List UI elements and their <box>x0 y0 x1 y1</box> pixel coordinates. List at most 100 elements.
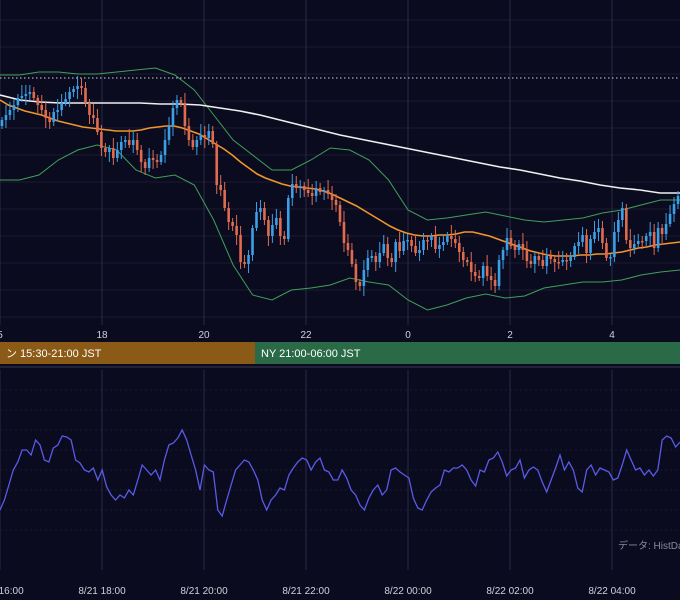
candle <box>24 94 28 96</box>
time-tick-label: 20 <box>198 330 210 341</box>
candle <box>310 193 314 196</box>
candle <box>461 252 465 260</box>
time-tick-label: 22 <box>300 330 312 341</box>
candle <box>477 276 481 278</box>
candle <box>139 150 143 162</box>
candle <box>418 250 421 253</box>
candle <box>279 218 282 236</box>
candle <box>64 99 67 103</box>
candle <box>505 238 509 250</box>
candle <box>549 256 553 259</box>
candle <box>573 246 576 257</box>
data-source-label: データ: HistDa <box>618 539 680 552</box>
candle <box>378 253 382 262</box>
candle <box>338 205 342 222</box>
bottom-time-tick-label: 8/21 20:00 <box>180 586 228 597</box>
candle <box>56 110 59 112</box>
candle <box>589 239 592 253</box>
candle <box>617 220 620 232</box>
candle <box>410 240 413 246</box>
candle <box>52 112 55 122</box>
candle <box>199 135 203 140</box>
candle <box>32 92 36 98</box>
candle <box>493 280 497 286</box>
candle <box>501 250 505 260</box>
candle <box>171 108 175 126</box>
candle <box>390 258 393 262</box>
candle <box>267 220 270 236</box>
bottom-time-tick-label: 8/21 18:00 <box>78 586 126 597</box>
candle <box>271 225 274 236</box>
candle <box>648 232 652 236</box>
candle <box>76 86 79 89</box>
candle <box>569 257 572 261</box>
candle <box>207 131 211 138</box>
candle <box>211 131 215 144</box>
candle <box>485 266 489 276</box>
candle <box>394 242 397 262</box>
time-tick-label: 18 <box>96 330 108 341</box>
candle <box>143 162 147 168</box>
candle <box>414 246 417 253</box>
candle <box>100 132 103 148</box>
candle <box>426 240 429 242</box>
candle <box>151 158 155 160</box>
candle <box>525 250 529 261</box>
candle <box>632 244 636 248</box>
candle <box>195 140 199 147</box>
candle <box>326 190 330 194</box>
candle <box>346 243 350 250</box>
session-label: ン 15:30-21:00 JST <box>6 348 102 360</box>
candle <box>660 228 664 234</box>
candle <box>640 241 644 243</box>
candle <box>489 276 493 280</box>
candle <box>0 120 4 126</box>
candle <box>135 140 139 150</box>
candle <box>672 204 676 214</box>
grid <box>0 0 680 570</box>
candle <box>334 200 338 205</box>
candle <box>96 118 99 132</box>
candle <box>446 236 449 242</box>
candle <box>48 118 52 122</box>
bottom-time-tick-label: 8/21 22:00 <box>282 586 330 597</box>
candle <box>509 238 513 246</box>
candle <box>16 98 20 105</box>
candle <box>457 243 461 252</box>
candle <box>430 236 433 240</box>
candle <box>167 126 171 140</box>
candle <box>318 188 322 192</box>
time-axis: 5 18 20 22 0 2 4 <box>0 325 680 343</box>
candle <box>8 110 12 115</box>
session-bar: ン 15:30-21:00 JST NY 21:00-06:00 JST <box>0 342 680 364</box>
candle <box>215 144 219 185</box>
candle <box>104 148 107 152</box>
candle <box>175 100 179 108</box>
candle <box>251 228 254 255</box>
candle <box>386 244 390 258</box>
candle <box>294 184 298 188</box>
bottom-time-tick-label: 8/22 02:00 <box>486 586 534 597</box>
chart-canvas: 5 18 20 22 0 2 4 ン 15:30-21:00 JST NY 21:00-06:… <box>0 0 680 597</box>
time-tick-label: 4 <box>609 330 615 341</box>
candle <box>330 194 334 200</box>
candle <box>406 240 409 242</box>
bottom-time-tick-label: 8/22 04:00 <box>588 586 636 597</box>
candle <box>350 250 354 264</box>
candle <box>465 260 469 262</box>
candle <box>108 148 111 152</box>
candle <box>545 256 549 266</box>
candle <box>533 256 537 264</box>
candle <box>68 92 71 99</box>
candle <box>370 256 374 258</box>
candle <box>609 257 612 259</box>
candle <box>275 218 278 225</box>
candle <box>255 212 258 228</box>
candle <box>60 103 63 110</box>
candle <box>358 282 362 286</box>
candle <box>187 126 191 140</box>
candle <box>259 208 262 212</box>
candle <box>613 232 616 257</box>
candle <box>243 262 246 264</box>
candle <box>652 232 656 248</box>
